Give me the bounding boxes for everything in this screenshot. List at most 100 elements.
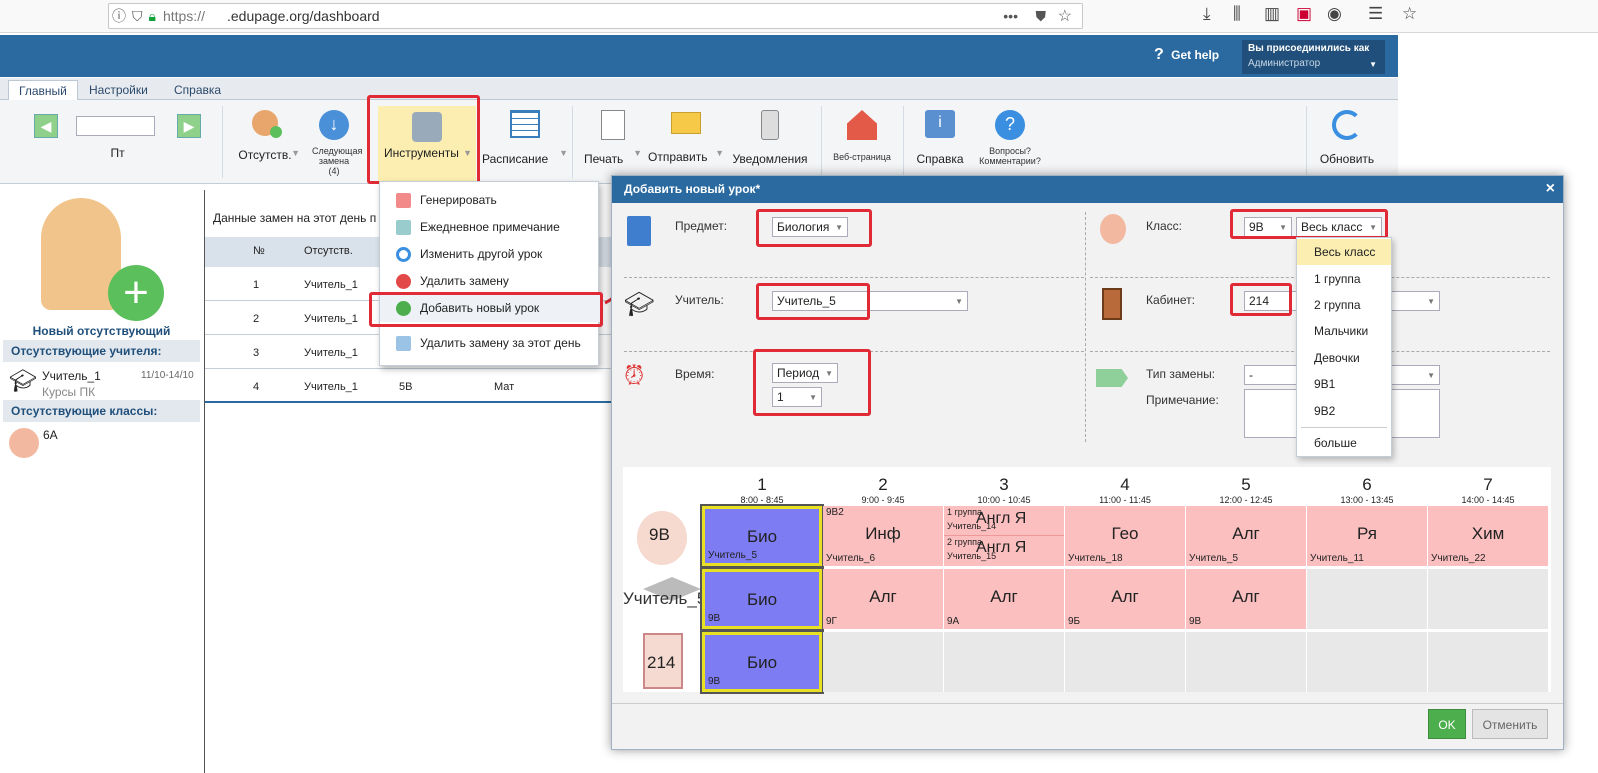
lesson-subject: Био (746, 527, 778, 546)
ok-button[interactable]: OK (1428, 709, 1466, 739)
dropdown-option[interactable]: Весь класс (1297, 239, 1391, 265)
absent-teacher-item[interactable]: 🎓︎ Учитель_1 11/10-14/10 Курсы ПК (3, 362, 200, 400)
date-input[interactable] (76, 116, 155, 136)
sidebar-icon[interactable]: ▥ (1264, 4, 1280, 24)
send-button[interactable]: Отправить ▼ (648, 108, 724, 168)
dropdown-arrow-icon: ▼ (715, 148, 724, 158)
menu-item-label: Удалить замену (420, 274, 509, 288)
lesson-cell[interactable]: Хим Учитель_22 (1428, 506, 1548, 566)
tab-main[interactable]: Главный (8, 80, 78, 100)
help-button[interactable]: i Справка (912, 108, 968, 168)
lesson-subject: Алг (869, 587, 897, 606)
lesson-class: 9B (708, 613, 721, 624)
user-menu[interactable]: Вы присоединились как Администратор ▼ (1242, 40, 1385, 74)
empty-cell[interactable] (1307, 632, 1427, 692)
lesson-cell[interactable]: 9B2 Инф Учитель_6 (823, 506, 943, 566)
lesson-cell-selected[interactable]: Био Учитель_5 (700, 504, 824, 568)
menu-item-delete-sub[interactable]: Удалить замену (380, 268, 600, 295)
menu-item-generate[interactable]: Генерировать (380, 187, 600, 214)
next-day-button[interactable]: ▶ (177, 114, 201, 138)
period-time: 13:00 - 13:45 (1340, 495, 1394, 505)
highlight-box (753, 349, 871, 416)
next-sub-count: (4) (328, 166, 340, 176)
class-name: 6A (43, 428, 58, 442)
questions-button[interactable]: ? Вопросы? Комментарии? (976, 108, 1044, 168)
period-header: 7 14:00 - 14:45 (1428, 475, 1548, 505)
dropdown-option[interactable]: больше (1297, 430, 1391, 456)
pocket-icon[interactable]: ⛊ (1036, 8, 1047, 25)
home-icon (847, 110, 877, 140)
menu-item-daily-note[interactable]: Ежедневное примечание (380, 214, 600, 241)
get-help-link[interactable]: ? Get help (1154, 46, 1219, 64)
chevron-down-icon: ▼ (955, 297, 963, 306)
lesson-cell[interactable]: Гео Учитель_18 (1065, 506, 1185, 566)
lesson-subject: Ря (1357, 524, 1377, 543)
absent-button[interactable]: Отсутств. ▼ (230, 108, 300, 168)
period-number: 6 (1362, 475, 1372, 494)
notifications-button[interactable]: Уведомления (730, 108, 810, 168)
lesson-cell[interactable]: Алг Учитель_5 (1186, 506, 1306, 566)
dropdown-option[interactable]: Девочки (1297, 345, 1391, 371)
dropdown-arrow-icon: ▼ (633, 148, 642, 158)
empty-cell[interactable] (1428, 632, 1548, 692)
menu-item-change-lesson[interactable]: Изменить другой урок (380, 241, 600, 268)
dropdown-option[interactable]: Мальчики (1297, 318, 1391, 344)
row-label-teacher: Учитель_5 (623, 589, 701, 608)
refresh-button[interactable]: Обновить (1314, 108, 1380, 168)
teacher-name: Учитель_1 (42, 369, 101, 383)
menu-icon[interactable]: ☰ (1368, 4, 1383, 24)
dropdown-option[interactable]: 1 группа (1297, 266, 1391, 292)
lesson-cell-selected[interactable]: Био 9B (700, 567, 824, 631)
prev-day-button[interactable]: ◀ (34, 114, 58, 138)
period-time: 10:00 - 10:45 (977, 495, 1031, 505)
lesson-cell[interactable]: Алг 9Б (1065, 569, 1185, 629)
lesson-cell-selected[interactable]: Био 9B (700, 630, 824, 694)
absent-class-item[interactable]: 6A (3, 422, 200, 462)
next-substitution-button[interactable]: ↓ Следующая замена (4) (312, 108, 362, 180)
webpage-button[interactable]: Веб-страница (830, 108, 894, 168)
lesson-cell[interactable]: Ря Учитель_11 (1307, 506, 1427, 566)
page-actions-icon[interactable]: ••• (1003, 8, 1018, 24)
shield-icon: ⛉ (132, 7, 143, 24)
empty-cell[interactable] (944, 632, 1064, 692)
empty-cell[interactable] (1428, 569, 1548, 629)
new-absent-card[interactable]: + Новый отсутствующий (3, 190, 200, 340)
bookmark-star-icon[interactable]: ☆ (1058, 6, 1072, 26)
lesson-cell-split[interactable]: 1 группа Учитель_14 Англ Я 2 группа Учит… (944, 506, 1064, 566)
empty-cell[interactable] (1065, 632, 1185, 692)
close-icon[interactable]: × (1546, 180, 1555, 198)
table-row[interactable]: 4 Учитель_1 5B Мат (205, 369, 615, 403)
graduation-cap-icon: 🎓︎ (9, 368, 37, 393)
empty-cell[interactable] (1307, 569, 1427, 629)
account-icon[interactable]: ◉ (1327, 4, 1342, 24)
download-icon[interactable]: ⤓ (1203, 4, 1211, 24)
url-prefix: https:// (162, 8, 205, 24)
menu-item-delete-day[interactable]: Удалить замену за этот день (380, 330, 600, 357)
refresh-label: Обновить (1319, 152, 1375, 166)
empty-cell[interactable] (1186, 632, 1306, 692)
question-icon: ? (1154, 46, 1164, 63)
dropdown-option[interactable]: 9B2 (1297, 398, 1391, 424)
extension-icon[interactable]: ▣ (1296, 4, 1312, 24)
tab-help[interactable]: Справка (164, 80, 231, 100)
lesson-subject: Био (746, 590, 778, 609)
period-header: 6 13:00 - 13:45 (1307, 475, 1427, 505)
schedule-button[interactable]: Расписание ▼ (482, 108, 568, 168)
url-domain: .edupage.org/dashboard (226, 8, 380, 24)
lesson-class: 9B (1189, 616, 1202, 627)
lesson-cell[interactable]: Алг 9B (1186, 569, 1306, 629)
room-label: Кабинет: (1146, 293, 1195, 307)
tab-settings[interactable]: Настройки (79, 80, 158, 100)
cancel-button[interactable]: Отменить (1472, 709, 1548, 739)
print-button[interactable]: Печать ▼ (584, 108, 642, 168)
period-number: 4 (1120, 475, 1130, 494)
empty-cell[interactable] (823, 632, 943, 692)
star-icon[interactable]: ☆ (1402, 4, 1417, 24)
lesson-cell[interactable]: Алг 9A (944, 569, 1064, 629)
dropdown-option[interactable]: 9B1 (1297, 371, 1391, 397)
lesson-cell[interactable]: Алг 9Г (823, 569, 943, 629)
url-bar[interactable]: ⓘ ⛉ 🔒︎ https:// .edupage.org/dashboard •… (108, 3, 1083, 29)
library-icon[interactable]: ⫼ (1233, 4, 1241, 24)
lesson-class: 9Б (1068, 616, 1081, 627)
dropdown-option[interactable]: 2 группа (1297, 292, 1391, 318)
